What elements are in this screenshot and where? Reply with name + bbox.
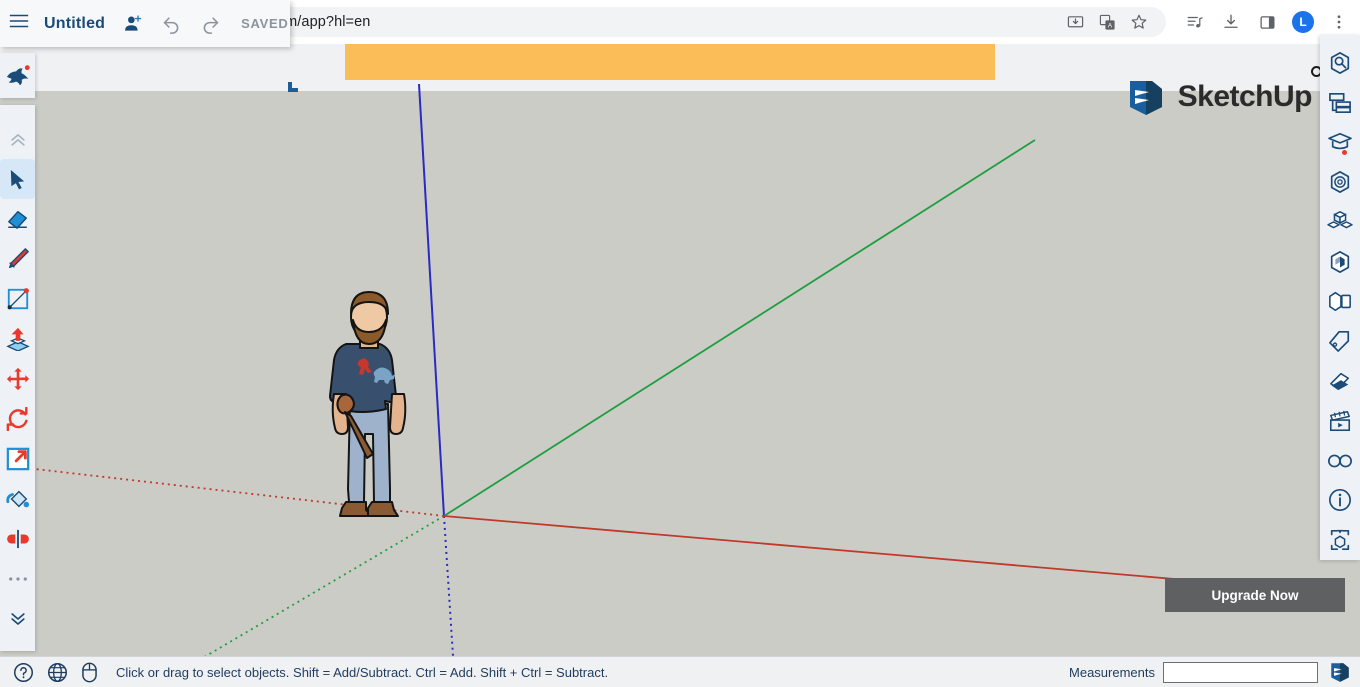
line-tool[interactable] (0, 239, 35, 279)
extension-warehouse-icon (6, 64, 30, 85)
svg-text:A: A (1107, 22, 1112, 29)
profile-avatar[interactable]: L (1288, 7, 1318, 37)
tool-palette (0, 105, 35, 651)
avatar-initial: L (1292, 11, 1314, 33)
chrome-menu-icon[interactable] (1324, 7, 1354, 37)
entity-info-icon[interactable] (1320, 282, 1360, 322)
styles-icon[interactable] (1320, 361, 1360, 401)
download-icon[interactable] (1216, 7, 1246, 37)
outliner-icon[interactable] (1320, 83, 1360, 123)
display-styles-icon[interactable] (1320, 242, 1360, 282)
search-model-icon[interactable] (1320, 43, 1360, 83)
more-tools-icon[interactable] (0, 559, 35, 599)
add-person-icon[interactable] (123, 14, 143, 34)
rotate-tool[interactable] (0, 399, 35, 439)
status-message: Click or drag to select objects. Shift =… (116, 664, 609, 680)
side-panel-icon[interactable] (1252, 7, 1282, 37)
components-icon[interactable] (1320, 202, 1360, 242)
install-app-icon[interactable] (1060, 7, 1090, 37)
media-playlist-icon[interactable] (1180, 7, 1210, 37)
model-export-icon[interactable] (1320, 520, 1360, 560)
scenes-icon[interactable] (1320, 401, 1360, 441)
select-tool[interactable] (0, 159, 35, 199)
mouse-icon[interactable] (81, 662, 98, 683)
vr-viewer-icon[interactable] (1320, 441, 1360, 481)
sketchup-logo-icon (1328, 661, 1352, 683)
app-title-bar: Untitled SAVED (0, 0, 290, 47)
translate-icon[interactable]: A (1092, 7, 1122, 37)
upgrade-now-button[interactable]: Upgrade Now (1165, 578, 1345, 612)
drawing-axes (34, 83, 1291, 656)
rectangle-tool[interactable] (0, 279, 35, 319)
materials-icon[interactable] (1320, 162, 1360, 202)
right-tray (1320, 35, 1360, 560)
document-title[interactable]: Untitled (44, 15, 105, 33)
push-pull-tool[interactable] (0, 319, 35, 359)
status-bar: Click or drag to select objects. Shift =… (0, 656, 1360, 687)
omnibox-actions: A (1058, 7, 1154, 37)
redo-icon[interactable] (200, 13, 221, 34)
chevron-down-icon[interactable] (0, 599, 35, 639)
save-status-label: SAVED (241, 16, 289, 31)
extension-warehouse-button[interactable] (0, 53, 35, 98)
hamburger-menu-icon[interactable] (8, 10, 30, 37)
sketchup-web-app: app.sketchup.com/app?hl=en A (0, 0, 1360, 687)
tape-measure-tool[interactable] (0, 519, 35, 559)
help-circle-icon[interactable] (13, 662, 34, 683)
measurements-group: Measurements (1069, 661, 1360, 683)
measurements-label: Measurements (1069, 664, 1155, 680)
globe-icon[interactable] (47, 662, 68, 683)
browser-actions: L (1174, 7, 1360, 37)
model-viewport[interactable]: SketchUp (0, 44, 1360, 656)
learn-icon[interactable] (1320, 123, 1360, 163)
learn-badge (1342, 150, 1347, 156)
paint-bucket-tool[interactable] (0, 479, 35, 519)
chevron-up-icon[interactable] (0, 119, 35, 159)
move-tool[interactable] (0, 359, 35, 399)
undo-icon[interactable] (161, 13, 182, 34)
tags-icon[interactable] (1320, 321, 1360, 361)
scale-figure[interactable] (316, 284, 426, 534)
info-icon[interactable] (1320, 480, 1360, 520)
measurements-input[interactable] (1163, 661, 1318, 683)
eraser-tool[interactable] (0, 199, 35, 239)
bookmark-star-icon[interactable] (1124, 7, 1154, 37)
scale-tool[interactable] (0, 439, 35, 479)
